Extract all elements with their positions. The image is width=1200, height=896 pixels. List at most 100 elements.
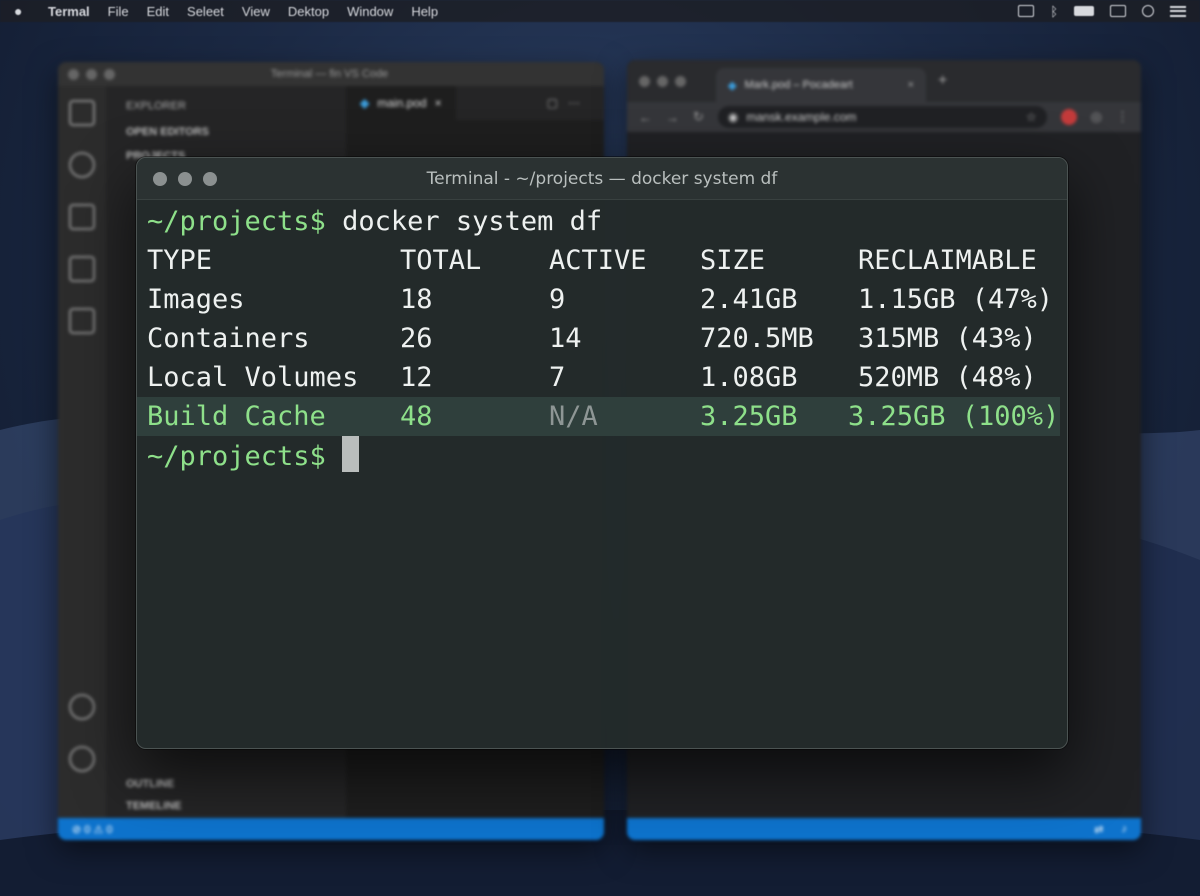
vscode-titlebar: Terminal — fin VS Code xyxy=(58,62,604,86)
cell-size: 720.5MB xyxy=(700,323,814,354)
user-switch-icon[interactable] xyxy=(1110,5,1126,17)
timeline-section[interactable]: TEMELINE xyxy=(126,800,182,812)
reload-icon[interactable]: ↻ xyxy=(693,109,704,125)
status-bar: ⊘ 0 ⚠ 0 xyxy=(58,818,604,840)
tab-main-pod[interactable]: ◆ main.pod × xyxy=(346,86,456,120)
window-controls[interactable] xyxy=(639,75,686,87)
browser-toolbar: ← → ↻ ◉ mansk.example.com ☆ ◎ ⋮ xyxy=(627,102,1141,132)
remote-icon[interactable]: ⇄ xyxy=(1094,823,1103,836)
extension-icon[interactable] xyxy=(1060,109,1077,125)
cell-active: 7 xyxy=(549,362,566,393)
browser-tabstrip: ◆ Mark.pod – Pocadeart × + xyxy=(627,60,1141,102)
terminal-window[interactable]: Terminal - ~/projects — docker system df… xyxy=(136,157,1068,749)
menu-file[interactable]: File xyxy=(108,4,129,19)
url-text: mansk.example.com xyxy=(746,110,857,124)
browser-tab-title: Mark.pod – Pocadeart xyxy=(744,79,853,91)
cell-reclaimable: 1.15GB (47%) xyxy=(858,284,1054,315)
profile-avatar-icon[interactable]: ◎ xyxy=(1091,109,1102,125)
close-icon[interactable]: × xyxy=(908,79,914,91)
terminal-titlebar: Terminal - ~/projects — docker system df xyxy=(137,158,1067,200)
notifications-bell-icon[interactable]: ♪ xyxy=(1122,823,1128,835)
menu-view[interactable]: View xyxy=(242,4,270,19)
settings-gear-icon[interactable] xyxy=(69,746,95,772)
menu-help[interactable]: Help xyxy=(411,4,438,19)
problems-indicator[interactable]: ⊘ 0 ⚠ 0 xyxy=(72,823,112,836)
apple-menu-icon[interactable]: ● xyxy=(14,3,30,19)
cell-reclaimable: 315MB (43%) xyxy=(858,323,1037,354)
cell-reclaimable: 3.25GB (100%) xyxy=(848,401,1060,432)
menu-window[interactable]: Window xyxy=(347,4,393,19)
site-info-icon[interactable]: ◉ xyxy=(728,110,738,124)
browser-tab[interactable]: ◆ Mark.pod – Pocadeart × xyxy=(716,68,926,102)
terminal-output[interactable]: ~/projects$ docker system df TYPE TOTAL … xyxy=(137,200,1067,475)
table-row-highlighted: Build Cache 48 N/A 3.25GB 3.25GB (100%) xyxy=(137,397,1060,436)
forward-icon[interactable]: → xyxy=(666,110,679,125)
battery-icon[interactable] xyxy=(1074,6,1094,16)
explorer-header: EXPLORER xyxy=(126,100,186,112)
menu-select[interactable]: Seleet xyxy=(187,4,224,19)
cell-total: 48 xyxy=(400,401,433,432)
header-size: SIZE xyxy=(700,245,766,276)
browser-status-strip: ⇄ ♪ xyxy=(627,818,1141,840)
cell-reclaimable: 520MB (48%) xyxy=(858,362,1037,393)
command-line: ~/projects$ docker system df xyxy=(147,202,1067,241)
cell-total: 26 xyxy=(400,323,433,354)
source-control-icon[interactable] xyxy=(69,204,95,230)
airplay-icon[interactable] xyxy=(1018,5,1035,17)
header-active: ACTIVE xyxy=(549,245,647,276)
cell-size: 3.25GB xyxy=(700,401,798,432)
open-editors-section[interactable]: OPEN EDITORS xyxy=(126,126,326,138)
shell-prompt: ~/projects$ xyxy=(147,206,326,237)
bookmark-star-icon[interactable]: ☆ xyxy=(1026,110,1037,124)
cell-active: N/A xyxy=(549,401,598,432)
account-icon[interactable] xyxy=(69,694,95,720)
vscode-window-title: Terminal — fin VS Code xyxy=(270,68,389,80)
table-header-row: TYPE TOTAL ACTIVE SIZE RECLAIMABLE xyxy=(147,241,1067,280)
header-total: TOTAL xyxy=(400,245,482,276)
close-icon[interactable]: × xyxy=(435,96,442,110)
menu-desktop[interactable]: Dektop xyxy=(288,4,329,19)
terminal-title: Terminal - ~/projects — docker system df xyxy=(426,169,778,189)
outline-section[interactable]: OUTLINE xyxy=(126,778,182,790)
control-center-icon[interactable] xyxy=(1170,5,1186,17)
cell-active: 14 xyxy=(549,323,582,354)
cell-active: 9 xyxy=(549,284,566,315)
address-bar[interactable]: ◉ mansk.example.com ☆ xyxy=(717,106,1047,128)
bluetooth-icon[interactable]: ᛒ xyxy=(1050,4,1058,19)
cell-size: 2.41GB xyxy=(700,284,798,315)
extensions-icon[interactable] xyxy=(69,308,95,334)
table-row: Local Volumes 12 7 1.08GB 520MB (48%) xyxy=(147,358,1067,397)
menu-bar: ● Termal File Edit Seleet View Dektop Wi… xyxy=(0,0,1200,22)
cell-total: 18 xyxy=(400,284,433,315)
more-actions-icon[interactable]: ▢⋯ xyxy=(547,96,604,110)
activity-bar xyxy=(58,86,106,818)
editor-tabs: ◆ main.pod × ▢⋯ xyxy=(346,86,604,120)
shell-prompt: ~/projects$ xyxy=(147,441,326,472)
search-icon[interactable] xyxy=(69,152,95,178)
files-icon[interactable] xyxy=(69,100,95,126)
menu-edit[interactable]: Edit xyxy=(147,4,169,19)
menu-app-name[interactable]: Termal xyxy=(48,4,90,19)
cell-type: Containers xyxy=(147,323,310,354)
cell-total: 12 xyxy=(400,362,433,393)
vscode-file-icon: ◆ xyxy=(360,96,370,110)
vscode-favicon-icon: ◆ xyxy=(728,79,737,92)
browser-menu-icon[interactable]: ⋮ xyxy=(1116,109,1129,125)
spotlight-search-icon[interactable] xyxy=(1142,5,1154,17)
cell-size: 1.08GB xyxy=(700,362,798,393)
table-row: Containers 26 14 720.5MB 315MB (43%) xyxy=(147,319,1067,358)
header-type: TYPE xyxy=(147,245,213,276)
text-cursor[interactable] xyxy=(341,436,359,472)
cell-type: Images xyxy=(147,284,245,315)
window-controls[interactable] xyxy=(68,68,115,80)
cell-type: Build Cache xyxy=(147,401,326,432)
back-icon[interactable]: ← xyxy=(639,110,652,125)
command-text: docker system df xyxy=(325,206,603,237)
tab-label: main.pod xyxy=(377,96,427,110)
cell-type: Local Volumes xyxy=(147,362,359,393)
active-prompt-line: ~/projects$ xyxy=(147,436,1067,475)
run-debug-icon[interactable] xyxy=(69,256,95,282)
table-row: Images 18 9 2.41GB 1.15GB (47%) xyxy=(147,280,1067,319)
new-tab-icon[interactable]: + xyxy=(938,72,947,90)
header-reclaimable: RECLAIMABLE xyxy=(858,245,1037,276)
